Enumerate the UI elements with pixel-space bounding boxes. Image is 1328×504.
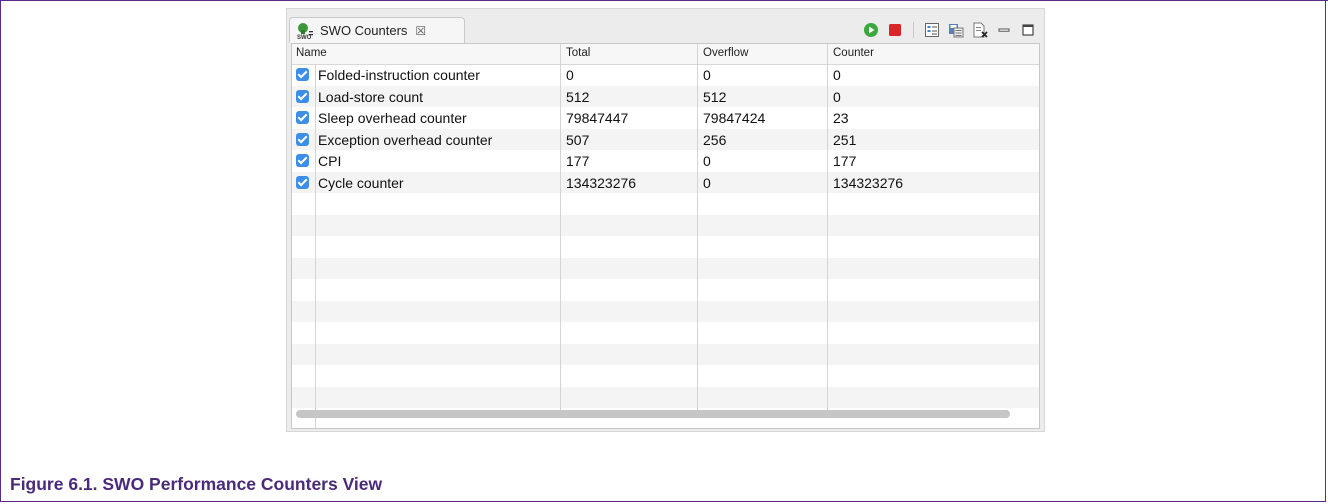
empty-row xyxy=(292,322,1039,344)
table-row[interactable]: Load-store count 512 512 0 xyxy=(292,85,1039,107)
column-divider xyxy=(697,44,698,412)
start-icon[interactable] xyxy=(863,22,879,38)
save-icon[interactable] xyxy=(948,22,964,38)
tab-swo-counters[interactable]: SWO SWO Counters ☒ xyxy=(289,17,465,43)
cell-overflow: 256 xyxy=(703,131,727,148)
cell-counter: 177 xyxy=(833,153,857,169)
row-checkbox[interactable] xyxy=(296,132,309,146)
empty-row xyxy=(292,386,1039,408)
cell-total: 79847447 xyxy=(566,110,629,126)
table-row[interactable]: Exception overhead counter 507 256 251 xyxy=(292,128,1039,150)
cell-total: 177 xyxy=(566,153,590,169)
table-row[interactable]: Folded-instruction counter 0 0 0 xyxy=(292,64,1039,86)
column-header-total[interactable]: Total xyxy=(566,47,590,59)
column-header-name[interactable]: Name xyxy=(296,47,327,59)
cell-counter: 0 xyxy=(833,67,841,83)
empty-row xyxy=(292,343,1039,365)
cell-total: 512 xyxy=(566,88,590,105)
row-checkbox[interactable] xyxy=(296,89,309,103)
empty-row xyxy=(292,236,1039,258)
row-checkbox[interactable] xyxy=(296,68,309,81)
row-checkbox[interactable] xyxy=(296,111,309,124)
toolbar-separator xyxy=(913,22,914,38)
tab-title: SWO Counters xyxy=(320,23,408,38)
empty-row xyxy=(292,300,1039,322)
cell-total: 507 xyxy=(566,131,590,148)
minimize-icon[interactable] xyxy=(996,22,1012,38)
empty-row xyxy=(292,214,1039,236)
empty-row xyxy=(292,257,1039,279)
row-checkbox[interactable] xyxy=(296,175,309,189)
cell-name: Sleep overhead counter xyxy=(318,110,467,126)
cell-counter: 23 xyxy=(833,110,849,126)
cell-counter: 0 xyxy=(833,88,841,105)
svg-text:SWO: SWO xyxy=(297,35,312,40)
cell-name: Folded-instruction counter xyxy=(318,67,480,83)
horizontal-scrollbar[interactable] xyxy=(296,410,1010,418)
figure-caption: Figure 6.1. SWO Performance Counters Vie… xyxy=(10,474,383,494)
swo-counters-view: SWO SWO Counters ☒ Name Total Overflow C… xyxy=(286,8,1045,432)
cell-overflow: 79847424 xyxy=(703,110,766,126)
column-divider xyxy=(827,44,828,412)
maximize-icon[interactable] xyxy=(1020,22,1036,38)
empty-row xyxy=(292,193,1039,215)
configure-icon[interactable] xyxy=(924,22,940,38)
cell-counter: 251 xyxy=(833,131,857,148)
view-toolbar xyxy=(863,21,1036,39)
table-row[interactable]: Cycle counter 134323276 0 134323276 xyxy=(292,171,1039,193)
view-tab-bar: SWO SWO Counters ☒ xyxy=(287,9,1044,43)
cell-overflow: 0 xyxy=(703,153,711,169)
column-header-overflow[interactable]: Overflow xyxy=(703,47,748,59)
close-icon[interactable]: ☒ xyxy=(415,24,426,38)
cell-overflow: 512 xyxy=(703,88,727,105)
cell-total: 134323276 xyxy=(566,174,637,191)
column-divider xyxy=(560,44,561,412)
cell-overflow: 0 xyxy=(703,174,711,191)
counters-table: Name Total Overflow Counter Folded-instr… xyxy=(291,43,1040,429)
cell-name: CPI xyxy=(318,153,342,169)
stop-icon[interactable] xyxy=(887,22,903,38)
cell-counter: 134323276 xyxy=(833,174,904,191)
cell-overflow: 0 xyxy=(703,67,711,83)
cell-total: 0 xyxy=(566,67,574,83)
swo-icon: SWO xyxy=(296,22,314,41)
column-header-counter[interactable]: Counter xyxy=(833,47,874,59)
table-header: Name Total Overflow Counter xyxy=(292,44,1039,65)
empty-row xyxy=(292,279,1039,301)
cell-name: Load-store count xyxy=(318,88,424,105)
row-checkbox[interactable] xyxy=(296,154,309,167)
empty-row xyxy=(292,365,1039,387)
cell-name: Cycle counter xyxy=(318,174,404,191)
clear-icon[interactable] xyxy=(972,22,988,38)
table-row[interactable]: Sleep overhead counter 79847447 79847424 23 xyxy=(292,107,1039,129)
cell-name: Exception overhead counter xyxy=(318,131,493,148)
table-row[interactable]: CPI 177 0 177 xyxy=(292,150,1039,172)
column-divider xyxy=(315,64,316,428)
